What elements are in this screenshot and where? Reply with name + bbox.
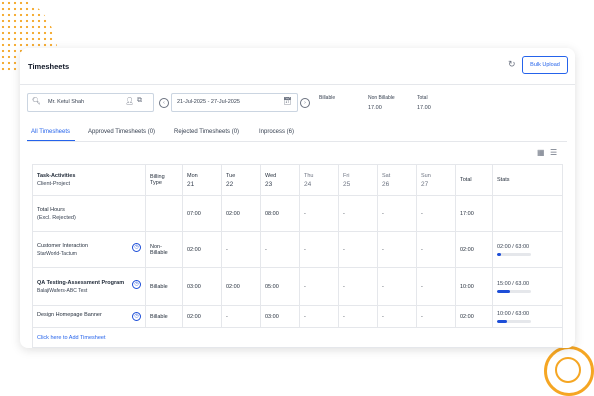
list-view-icon[interactable]: ☰: [550, 148, 557, 157]
hours-cell[interactable]: -: [416, 305, 456, 328]
search-icon: 🔍︎: [32, 98, 41, 105]
add-row: Click here to Add Timesheet: [32, 327, 563, 348]
date-range-text: 21-Jul-2025 - 27-Jul-2025: [177, 99, 240, 105]
hours-cell: -: [299, 195, 339, 232]
table-row[interactable]: ◷ Design Homepage Banner Billable 02:00 …: [32, 305, 563, 328]
column-header-day: Fri 25: [338, 164, 378, 196]
hours-cell: -: [416, 195, 456, 232]
hours-cell[interactable]: -: [299, 231, 339, 268]
hours-cell: 02:00: [221, 195, 261, 232]
column-header-day: Thu 24: [299, 164, 339, 196]
row-total-cell: 02:00: [455, 231, 493, 268]
hours-cell[interactable]: 03:00: [260, 305, 300, 328]
timesheet-card: Timesheets ↻ Bulk Upload 🔍︎ Mr. Ketul Sh…: [20, 48, 575, 348]
table-row[interactable]: ◷ Customer Interaction StarWorld-Tactum …: [32, 231, 563, 268]
tab-approved[interactable]: Approved Timesheets (0): [88, 129, 155, 135]
total-value: 17.00: [417, 105, 431, 111]
stats-cell: 02:00 / 63:00: [492, 231, 563, 268]
column-header-day: Sun 27: [416, 164, 456, 196]
hours-cell[interactable]: 03:00: [182, 267, 222, 306]
refresh-icon[interactable]: ↻: [508, 59, 516, 70]
column-header-task: Task-Activities Client-Project: [32, 164, 146, 196]
hours-cell[interactable]: -: [260, 231, 300, 268]
hours-cell[interactable]: 02:00: [182, 231, 222, 268]
total-label: Total: [417, 95, 428, 101]
column-header-total: Total: [455, 164, 493, 196]
progress-bar: [497, 289, 531, 293]
row-total-cell: 02:00: [455, 305, 493, 328]
hours-cell: -: [338, 195, 378, 232]
task-cell: ◷ QA Testing-Assessment Program BalajiWa…: [32, 267, 146, 306]
billing-type-cell: Non-Billable: [145, 231, 183, 268]
billable-label: Billable: [319, 95, 336, 101]
tabs-divider: [27, 141, 567, 142]
add-timesheet-link[interactable]: Click here to Add Timesheet: [37, 335, 105, 341]
column-header-billing: Billing Type: [145, 164, 183, 196]
bulk-upload-button[interactable]: Bulk Upload: [522, 56, 568, 74]
hours-cell[interactable]: -: [416, 267, 456, 306]
employee-search-field[interactable]: 🔍︎ Mr. Ketul Shah 👤︎ ⧉: [27, 93, 154, 112]
tab-all-timesheets[interactable]: All Timesheets: [31, 129, 70, 135]
hours-cell[interactable]: -: [377, 267, 417, 306]
decorative-ring-inner: [555, 357, 581, 383]
table-row[interactable]: ◷ QA Testing-Assessment Program BalajiWa…: [32, 267, 563, 306]
hours-cell[interactable]: 02:00: [182, 305, 222, 328]
date-range-field[interactable]: 21-Jul-2025 - 27-Jul-2025 📅︎: [171, 93, 298, 112]
total-hours-label: Total Hours (Excl. Rejected): [32, 195, 146, 232]
hours-cell: 08:00: [260, 195, 300, 232]
calendar-icon[interactable]: 📅︎: [283, 97, 292, 105]
column-header-day: Wed 23: [260, 164, 300, 196]
nonbillable-value: 17.00: [368, 105, 382, 111]
employee-name: Mr. Ketul Shah: [48, 99, 85, 105]
clock-icon[interactable]: ◷: [132, 312, 141, 321]
table-header-row: Task-Activities Client-Project Billing T…: [32, 164, 563, 196]
task-cell: ◷ Customer Interaction StarWorld-Tactum: [32, 231, 146, 268]
hours-cell: -: [377, 195, 417, 232]
nonbillable-label: Non Billable: [368, 95, 395, 101]
copy-icon[interactable]: ⧉: [137, 97, 142, 105]
user-icon[interactable]: 👤︎: [125, 97, 134, 105]
clock-icon[interactable]: ◷: [132, 242, 141, 252]
task-cell: ◷ Design Homepage Banner: [32, 305, 146, 328]
row-total-cell: 10:00: [455, 267, 493, 306]
stats-cell: 15:00 / 63.00: [492, 267, 563, 306]
next-week-button[interactable]: ›: [300, 98, 310, 108]
timesheet-table: Task-Activities Client-Project Billing T…: [32, 164, 563, 348]
column-header-day: Mon 21: [182, 164, 222, 196]
page-title: Timesheets: [28, 62, 70, 71]
column-header-stats: Stats: [492, 164, 563, 196]
billing-type-cell: Billable: [145, 267, 183, 306]
hours-cell: 07:00: [182, 195, 222, 232]
total-hours-row: Total Hours (Excl. Rejected) 07:00 02:00…: [32, 195, 563, 232]
stats-cell: 10:00 / 63:00: [492, 305, 563, 328]
hours-cell[interactable]: 05:00: [260, 267, 300, 306]
clock-icon[interactable]: ◷: [132, 279, 141, 289]
hours-cell[interactable]: -: [221, 231, 261, 268]
previous-week-button[interactable]: ‹: [159, 98, 169, 108]
progress-bar: [497, 252, 531, 256]
hours-cell[interactable]: -: [377, 305, 417, 328]
card-header: Timesheets ↻ Bulk Upload: [20, 48, 575, 85]
hours-cell[interactable]: -: [338, 305, 378, 328]
column-header-day: Tue 22: [221, 164, 261, 196]
hours-cell[interactable]: 02:00: [221, 267, 261, 306]
column-header-day: Sat 26: [377, 164, 417, 196]
hours-cell[interactable]: -: [338, 231, 378, 268]
tab-inprocess[interactable]: Inprocess (6): [259, 129, 294, 135]
progress-bar: [497, 319, 531, 323]
hours-cell[interactable]: -: [338, 267, 378, 306]
grand-total-cell: 17:00: [455, 195, 493, 232]
hours-cell[interactable]: -: [377, 231, 417, 268]
tab-rejected[interactable]: Rejected Timesheets (0): [174, 129, 239, 135]
hours-cell[interactable]: -: [221, 305, 261, 328]
grid-view-icon[interactable]: ▦: [537, 148, 545, 157]
hours-cell[interactable]: -: [299, 267, 339, 306]
billing-type-cell: Billable: [145, 305, 183, 328]
hours-cell[interactable]: -: [416, 231, 456, 268]
hours-cell[interactable]: -: [299, 305, 339, 328]
